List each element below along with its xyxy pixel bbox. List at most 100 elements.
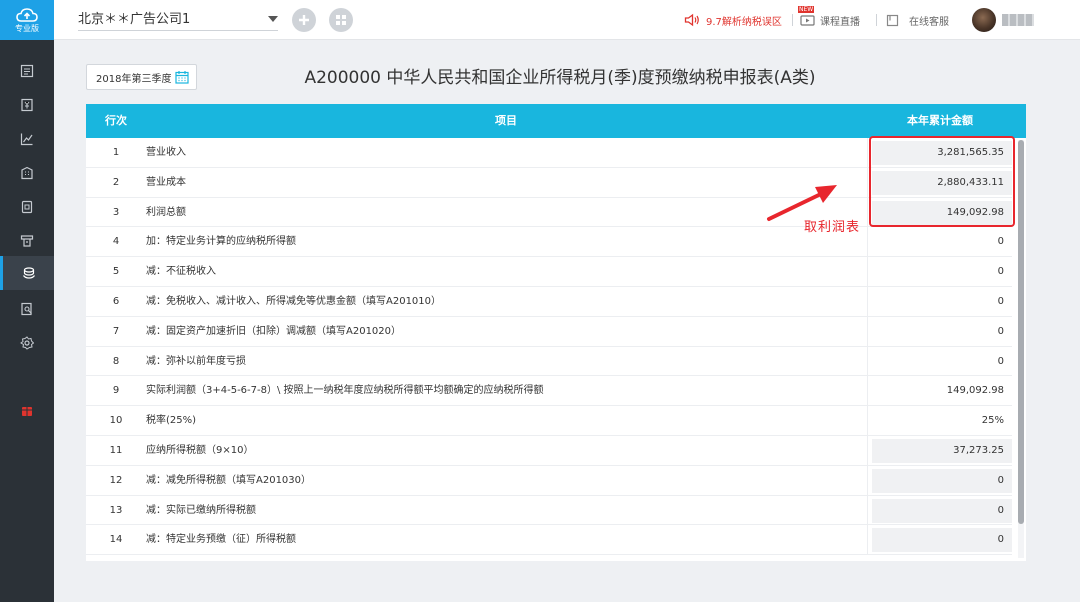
app-logo[interactable]: 专业版 [0,0,54,40]
sidebar-item-gift[interactable] [0,394,54,428]
video-icon [800,14,815,26]
row-amount-cell[interactable]: 0 [872,350,1012,374]
sidebar-item-query[interactable] [0,292,54,326]
annotation-highlight-box [869,136,1015,227]
row-item-label: 利润总额 [146,197,868,227]
column-header-row-number: 行次 [105,114,127,127]
gift-icon [22,407,32,416]
cloud-upload-icon [16,7,38,22]
gear-icon [20,336,34,350]
sidebar-item-settings[interactable] [0,326,54,360]
row-number: 2 [112,176,120,188]
row-item-label: 税率(25%) [146,406,868,435]
sidebar-item-tax[interactable] [0,256,54,290]
row-item-label: 减：不征税收入 [146,257,868,286]
row-amount-cell[interactable]: 0 [872,260,1012,284]
row-number: 9 [112,385,120,397]
row-amount-cell[interactable]: 0 [872,230,1012,254]
sidebar-item-invoice[interactable] [0,190,54,224]
row-item-label: 应纳所得税额（9×10） [146,435,868,465]
row-number: 4 [112,236,120,248]
ledger-icon [20,64,34,78]
vertical-scrollbar[interactable] [1018,140,1024,558]
table-row: 10 税率(25%) 25% [86,406,1012,436]
table-header: 行次 项目 本年累计金额 [86,104,1026,138]
row-item-label: 减：实际已缴纳所得税额 [146,495,868,525]
column-header-item: 项目 [495,114,517,127]
table-row: 5 减：不征税收入 0 [86,257,1012,287]
row-item-label: 加：特定业务计算的应纳税所得额 [146,227,868,257]
row-item-label: 减：减免所得税额（填写A201030） [146,465,868,495]
sidebar-item-assets[interactable] [0,156,54,190]
apps-button[interactable] [329,8,353,32]
row-item-label: 减：固定资产加速折旧（扣除）调减额（填写A201020） [146,316,868,346]
tax-coins-icon [22,267,35,279]
chevron-down-icon [268,16,278,22]
live-course-label: 课程直播 [820,16,860,28]
grid-icon [336,15,346,25]
edition-label: 专业版 [15,23,39,33]
building-icon [21,166,33,180]
page-title: A200000 中华人民共和国企业所得税月(季)度预缴纳税申报表(A类) [304,68,816,88]
add-company-button[interactable] [292,8,316,32]
search-doc-icon [21,302,32,316]
table-row: 9 实际利润额（3+4-5-6-7-8）\ 按照上一纳税年度应纳税所得额平均额确定… [86,376,1012,407]
headset-icon [886,14,899,26]
online-service-label: 在线客服 [909,16,949,28]
sidebar-item-print[interactable] [0,224,54,258]
speaker-icon [684,13,699,27]
period-label: 2018年第三季度 [96,73,172,85]
column-header-amount: 本年累计金额 [907,114,973,127]
row-number: 8 [112,355,120,367]
row-number: 11 [109,444,123,456]
username-blurred[interactable] [1002,14,1034,26]
plus-icon [299,15,309,25]
row-amount-cell[interactable]: 0 [872,320,1012,344]
row-number: 7 [112,325,120,337]
avatar[interactable] [972,8,996,32]
new-badge: NEW [798,6,815,13]
sidebar-item-voucher[interactable] [0,88,54,122]
sidebar-item-reports[interactable] [0,122,54,156]
annotation-note: 取利润表 [804,220,861,235]
row-item-label: 减：特定业务预缴（征）所得税额 [146,525,868,555]
row-item-label: 实际利润额（3+4-5-6-7-8）\ 按照上一纳税年度应纳税所得额平均额确定的… [146,376,868,406]
row-amount-cell[interactable]: 149,092.98 [872,379,1012,403]
row-amount-cell[interactable]: 25% [872,409,1012,433]
promo-link[interactable]: 9.7解析纳税误区 [684,12,782,28]
row-item-label: 营业收入 [146,138,868,167]
table-row: 13 减：实际已缴纳所得税额 0 [86,495,1012,526]
row-amount-cell[interactable]: 0 [872,468,1012,493]
live-course-link[interactable]: NEW 课程直播 [798,6,860,28]
company-selector[interactable]: 北京＊＊广告公司1 [78,11,278,31]
row-number: 1 [112,147,120,158]
divider [792,14,793,26]
table-row: 12 减：减免所得税额（填写A201030） 0 [86,465,1012,496]
row-number: 5 [112,266,120,278]
row-amount-cell[interactable]: 37,273.25 [872,438,1012,463]
row-number: 13 [109,504,123,516]
company-name: 北京＊＊广告公司1 [78,12,191,27]
sidebar: 专业版 [0,0,54,602]
row-number: 10 [109,415,123,427]
table-row: 6 减：免税收入、减计收入、所得减免等优惠金额（填写A201010） 0 [86,286,1012,317]
online-service-link[interactable]: 在线客服 [886,12,949,28]
sidebar-item-ledger[interactable] [0,54,54,88]
table-row: 7 减：固定资产加速折旧（扣除）调减额（填写A201020） 0 [86,316,1012,347]
row-number: 14 [109,534,123,546]
chart-icon [20,133,33,146]
top-bar: 北京＊＊广告公司1 9.7解析纳税误区 NEW 课程直播 在线客服 [54,0,1080,40]
period-selector[interactable]: 2018年第三季度 [86,64,197,90]
row-amount-cell[interactable]: 0 [872,498,1012,523]
print-icon [20,235,34,247]
row-number: 3 [112,206,120,218]
table-row: 11 应纳所得税额（9×10） 37,273.25 [86,435,1012,466]
row-number: 6 [112,295,120,307]
table-row: 8 减：弥补以前年度亏损 0 [86,346,1012,377]
table-row: 14 减：特定业务预缴（征）所得税额 0 [86,525,1012,556]
row-amount-cell[interactable]: 0 [872,290,1012,314]
row-amount-cell[interactable]: 0 [872,528,1012,553]
voucher-icon [21,98,33,112]
invoice-icon [21,200,33,214]
scrollbar-thumb[interactable] [1018,140,1024,524]
